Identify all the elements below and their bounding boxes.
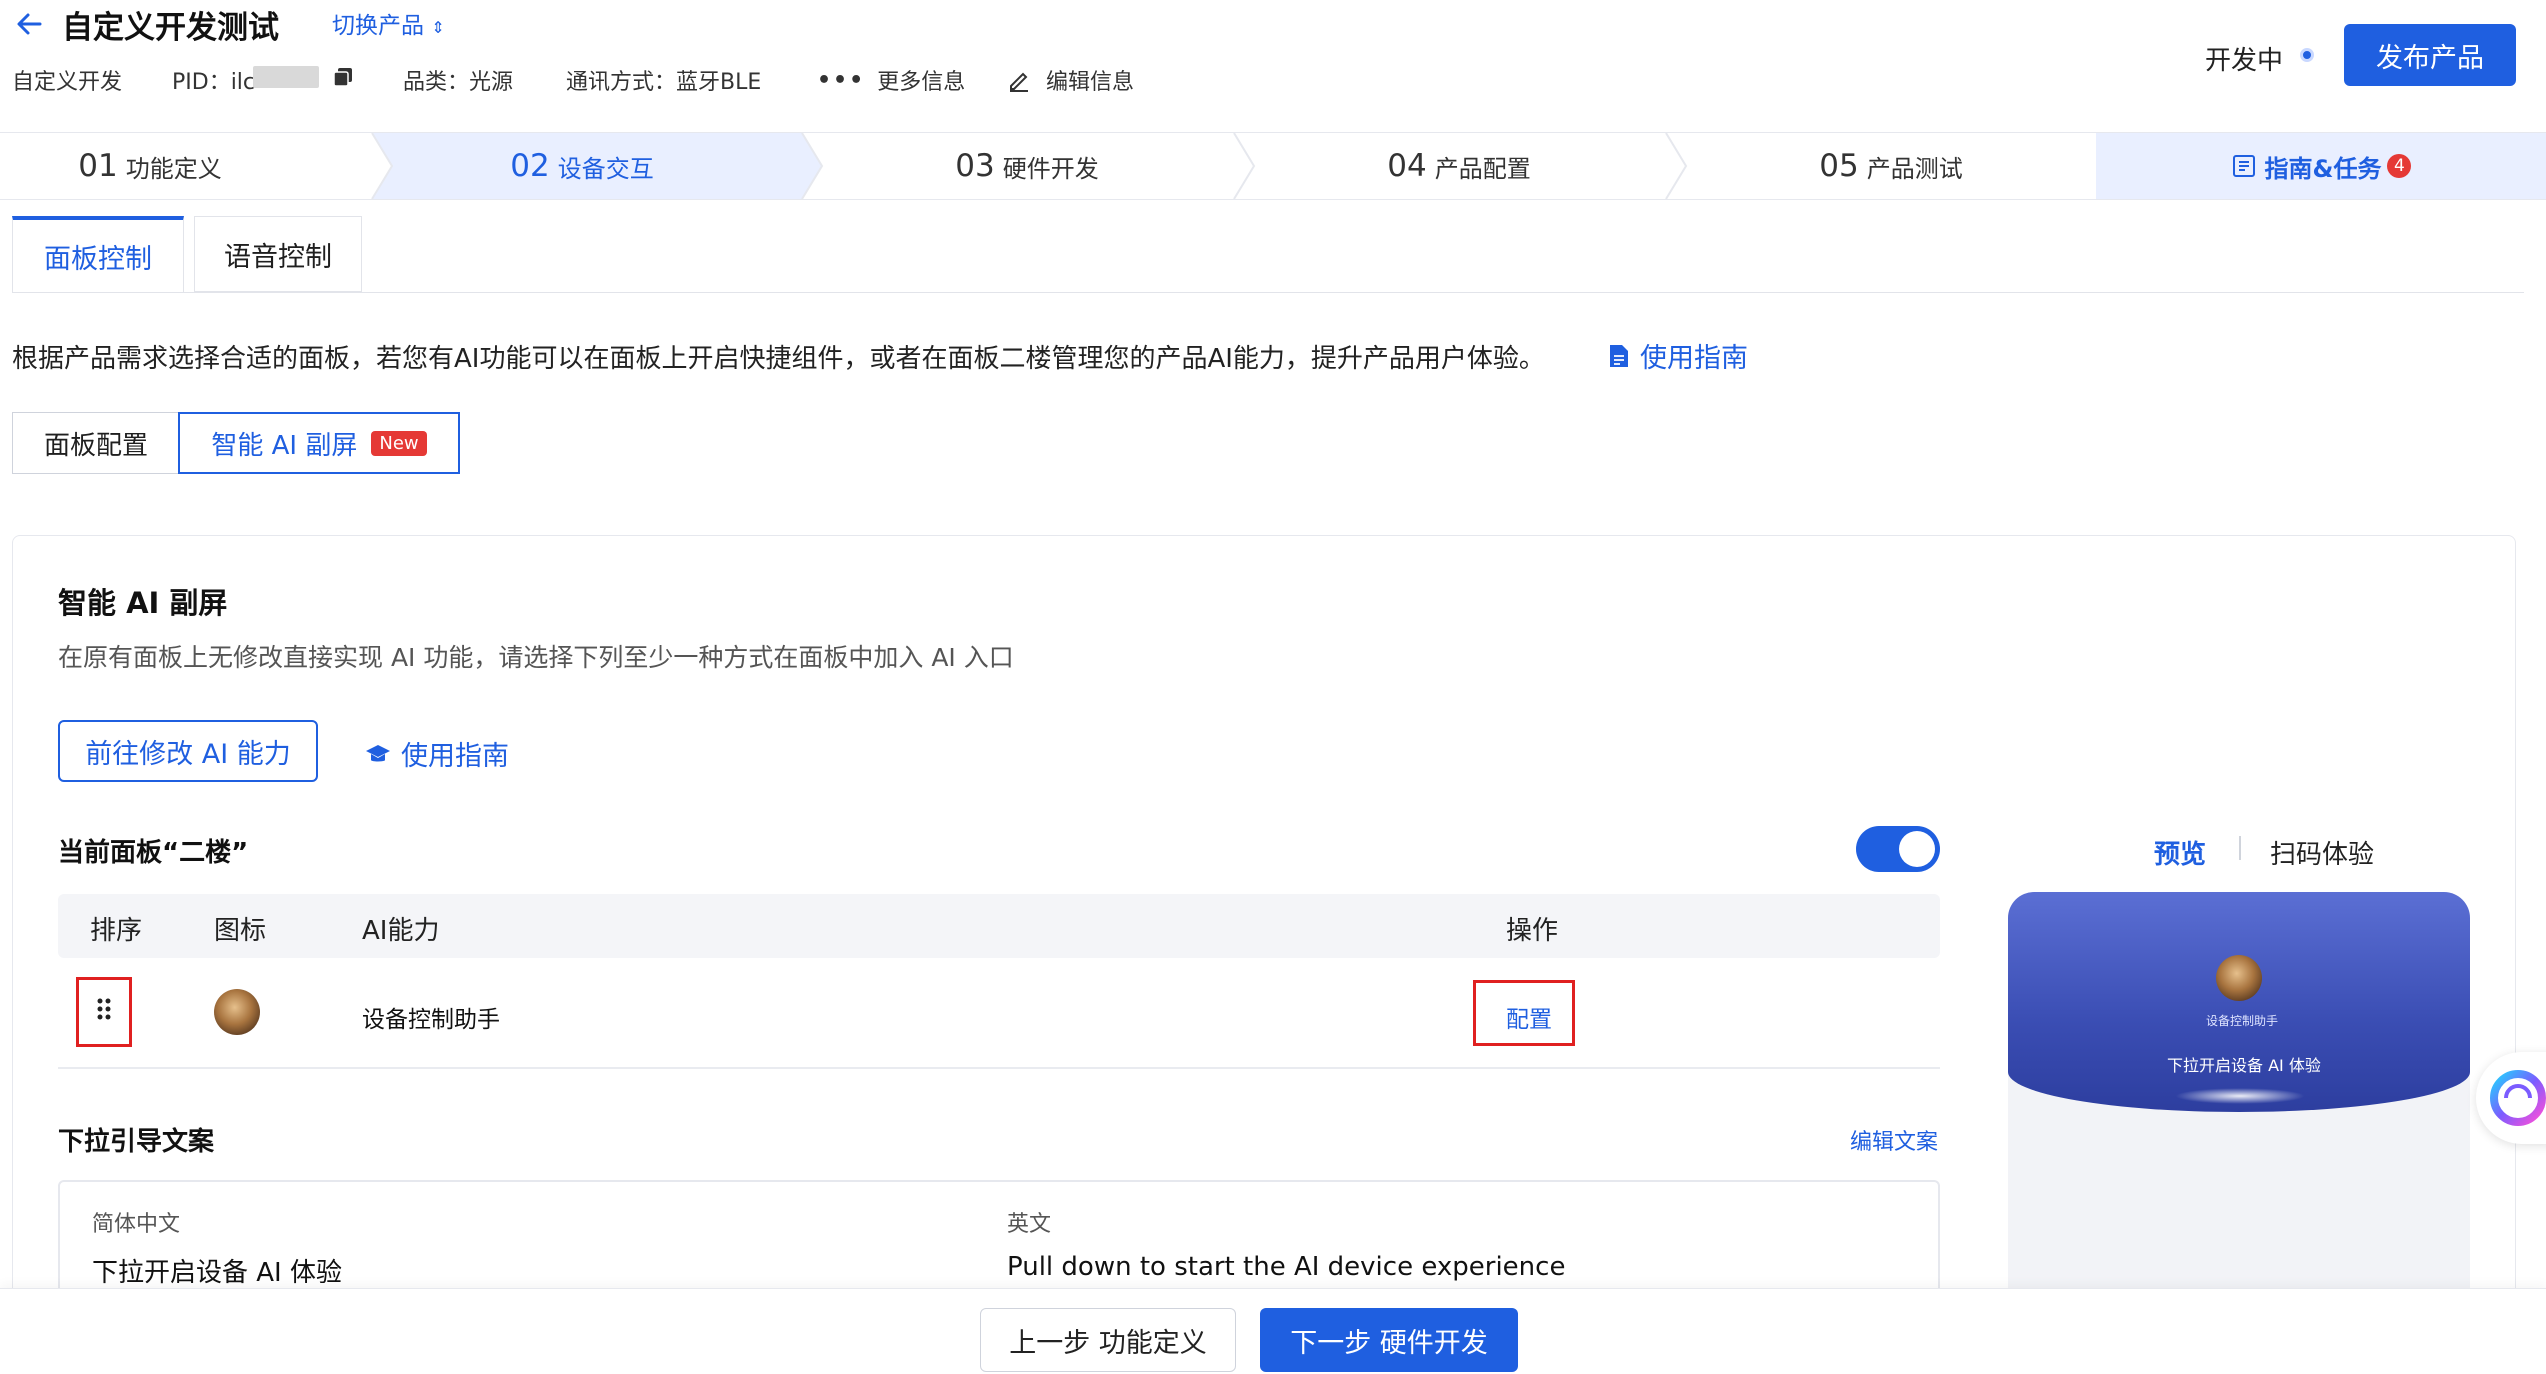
preview-glow (2175, 1088, 2305, 1104)
assistant-avatar (214, 989, 260, 1035)
page-description: 根据产品需求选择合适的面板，若您有AI功能可以在面板上开启快捷组件，或者在面板二… (12, 344, 1545, 374)
back-arrow-icon[interactable] (12, 6, 48, 42)
document-icon (1610, 344, 1628, 367)
card-title: 智能 AI 副屏 (58, 586, 228, 620)
step-5[interactable]: 05 产品测试 (1686, 133, 2096, 199)
config-link[interactable]: 配置 (1506, 1000, 1552, 1034)
switch-product-link[interactable]: 切换产品 ⇕ (332, 6, 445, 40)
step-2-num: 02 (510, 148, 550, 184)
ai-swirl-icon (2490, 1070, 2546, 1126)
tab-panel-control[interactable]: 面板控制 (12, 216, 184, 292)
step-1[interactable]: 01 功能定义 (0, 133, 300, 199)
list-doc-icon (2232, 155, 2255, 177)
card-guide-label: 使用指南 (401, 741, 509, 772)
tab-voice-control[interactable]: 语音控制 (194, 216, 362, 292)
scan-tab[interactable]: 扫码体验 (2270, 834, 2374, 871)
step-3[interactable]: 03 硬件开发 (822, 133, 1232, 199)
segment-ai-screen[interactable]: 智能 AI 副屏 New (178, 412, 460, 474)
drag-handle[interactable] (76, 977, 132, 1047)
more-info-button[interactable]: ••• 更多信息 (817, 64, 965, 96)
sort-icon: ⇕ (431, 18, 445, 37)
step-4-num: 04 (1387, 148, 1427, 184)
protocol: 通讯方式：蓝牙BLE (566, 70, 762, 95)
toggle-knob (1899, 831, 1935, 867)
usage-guide-link[interactable]: 使用指南 (1608, 336, 1748, 375)
current-panel-label: 当前面板“二楼” (58, 838, 249, 868)
en-label: 英文 (1007, 1212, 1052, 1237)
col-order: 排序 (90, 916, 143, 946)
guide-tasks-label: 指南&任务 (2264, 154, 2382, 183)
switch-product-label: 切换产品 (332, 13, 424, 39)
preview-pull-guide: 下拉开启设备 AI 体验 (2167, 1056, 2321, 1075)
page-title: 自定义开发测试 (62, 10, 279, 46)
col-ability: AI能力 (362, 916, 440, 946)
step-1-label: 功能定义 (125, 154, 222, 183)
en-value: Pull down to start the AI device experie… (1007, 1252, 1566, 1282)
segment-panel-config[interactable]: 面板配置 (12, 412, 180, 474)
phone-header-bg (2008, 892, 2470, 1112)
step-4-label: 产品配置 (1434, 154, 1531, 183)
edit-info-button[interactable]: 编辑信息 (1006, 64, 1134, 96)
zh-label: 简体中文 (92, 1212, 181, 1237)
pull-guide-title: 下拉引导文案 (58, 1127, 215, 1157)
step-3-label: 硬件开发 (1002, 154, 1099, 183)
step-2-label: 设备交互 (557, 154, 654, 183)
guide-tasks-tab[interactable]: 指南&任务 4 (2096, 133, 2546, 199)
prev-step-button[interactable]: 上一步 功能定义 (980, 1308, 1236, 1372)
row-divider (58, 1067, 1940, 1069)
preview-tab-separator (2239, 836, 2241, 860)
zh-value: 下拉开启设备 AI 体验 (92, 1258, 342, 1288)
graduation-cap-icon (366, 744, 390, 761)
segment-ai-screen-label: 智能 AI 副屏 (211, 430, 358, 461)
edit-info-label: 编辑信息 (1046, 70, 1135, 95)
copy-icon[interactable] (332, 66, 354, 88)
drag-dots-icon (97, 998, 111, 1020)
step-2[interactable]: 02 设备交互 (372, 133, 792, 199)
pid-redaction (253, 66, 319, 88)
status-dot (2300, 48, 2314, 62)
pid-label: PID：ilc (172, 70, 256, 95)
step-4[interactable]: 04 产品配置 (1254, 133, 1664, 199)
preview-avatar (2216, 955, 2262, 1001)
preview-tab[interactable]: 预览 (2154, 834, 2206, 871)
category: 品类：光源 (403, 70, 514, 95)
step-bar: 01 功能定义 02 设备交互 03 硬件开发 04 产品配置 05 产品测试 … (0, 132, 2546, 200)
task-count-badge: 4 (2387, 154, 2412, 178)
edit-pen-icon (1010, 72, 1028, 92)
table-header (58, 894, 1940, 958)
card-guide-link[interactable]: 使用指南 (365, 734, 509, 773)
usage-guide-label: 使用指南 (1640, 343, 1748, 374)
step-1-num: 01 (78, 148, 118, 184)
preview-assistant-name: 设备控制助手 (2206, 1014, 2279, 1028)
more-info-label: 更多信息 (877, 70, 966, 95)
step-5-num: 05 (1819, 148, 1859, 184)
second-floor-toggle[interactable] (1856, 826, 1940, 872)
next-step-button[interactable]: 下一步 硬件开发 (1260, 1308, 1518, 1372)
tab-divider (12, 292, 2524, 293)
dev-type: 自定义开发 (12, 70, 123, 95)
edit-copy-link[interactable]: 编辑文案 (1850, 1124, 1938, 1156)
new-badge: New (371, 430, 427, 456)
step-5-label: 产品测试 (1866, 154, 1963, 183)
status-label: 开发中 (2205, 46, 2284, 76)
more-dots-icon: ••• (817, 67, 866, 93)
step-3-num: 03 (955, 148, 995, 184)
col-icon: 图标 (214, 916, 267, 946)
goto-modify-ai-button[interactable]: 前往修改 AI 能力 (58, 720, 318, 782)
card-subtitle: 在原有面板上无修改直接实现 AI 功能，请选择下列至少一种方式在面板中加入 AI… (58, 643, 1014, 672)
publish-button[interactable]: 发布产品 (2344, 24, 2516, 86)
col-action: 操作 (1506, 916, 1559, 946)
ability-name: 设备控制助手 (362, 1007, 500, 1033)
